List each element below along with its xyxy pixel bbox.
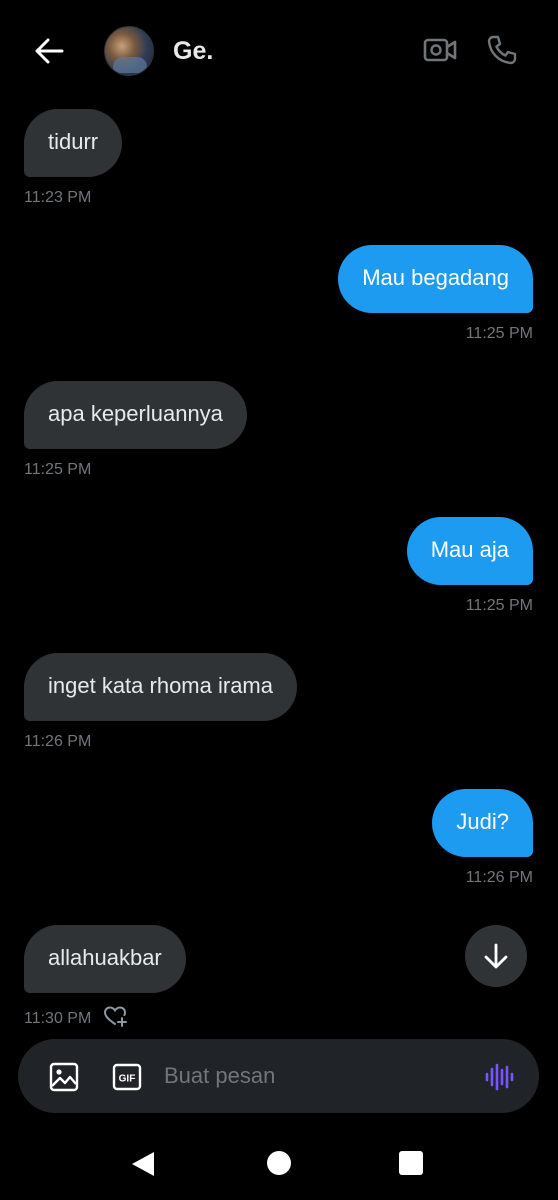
message-received: apa keperluannya 11:25 PM: [24, 381, 247, 479]
voice-message-button[interactable]: [481, 1059, 517, 1095]
message-received: tidurr 11:23 PM: [24, 109, 123, 207]
system-navigation-bar: [0, 1125, 558, 1200]
message-timestamp: 11:23 PM: [24, 189, 92, 206]
phone-icon: [487, 35, 517, 65]
add-gif-button[interactable]: GIF: [110, 1061, 144, 1093]
video-call-button[interactable]: [420, 30, 460, 70]
message-bubble[interactable]: Mau aja: [406, 517, 533, 585]
arrow-left-icon: [35, 38, 64, 64]
message-composer: GIF: [18, 1039, 539, 1113]
gif-icon: GIF: [112, 1063, 142, 1091]
avatar[interactable]: [104, 26, 154, 76]
message-bubble[interactable]: allahuakbar: [24, 925, 186, 993]
arrow-down-icon: [484, 943, 508, 969]
message-timestamp: 11:26 PM: [24, 733, 92, 750]
message-input[interactable]: [164, 1057, 464, 1095]
video-camera-icon: [423, 38, 457, 62]
back-button[interactable]: [30, 32, 68, 70]
message-bubble[interactable]: tidurr: [24, 109, 123, 177]
message-received: allahuakbar 11:30 PM: [24, 925, 186, 1032]
nav-recents-button[interactable]: [399, 1151, 423, 1175]
conversation-header: Ge.: [0, 0, 558, 100]
contact-name[interactable]: Ge.: [173, 37, 213, 66]
add-media-button[interactable]: [48, 1061, 80, 1093]
message-bubble[interactable]: Mau begadang: [338, 245, 533, 313]
message-sent: Judi? 11:26 PM: [432, 789, 533, 887]
nav-home-button[interactable]: [267, 1151, 291, 1175]
message-sent: Mau begadang 11:25 PM: [338, 245, 533, 343]
add-reaction-button[interactable]: [103, 1005, 129, 1032]
heart-plus-icon: [104, 1006, 128, 1027]
message-bubble[interactable]: apa keperluannya: [24, 381, 247, 449]
image-icon: [49, 1062, 79, 1092]
message-timestamp: 11:25 PM: [24, 461, 92, 478]
message-timestamp: 11:30 PM: [24, 1009, 92, 1027]
message-timestamp: 11:25 PM: [465, 597, 533, 614]
voice-call-button[interactable]: [482, 30, 522, 70]
message-bubble[interactable]: Judi?: [432, 789, 533, 857]
message-bubble[interactable]: inget kata rhoma irama: [24, 653, 297, 721]
message-sent: Mau aja 11:25 PM: [406, 517, 533, 615]
voice-waveform-icon: [485, 1063, 514, 1091]
message-timestamp: 11:26 PM: [465, 869, 533, 886]
scroll-to-bottom-button[interactable]: [465, 925, 527, 987]
nav-back-icon[interactable]: [128, 1149, 158, 1179]
message-timestamp: 11:25 PM: [465, 325, 533, 342]
gif-label: GIF: [119, 1074, 136, 1085]
message-received: inget kata rhoma irama 11:26 PM: [24, 653, 297, 751]
